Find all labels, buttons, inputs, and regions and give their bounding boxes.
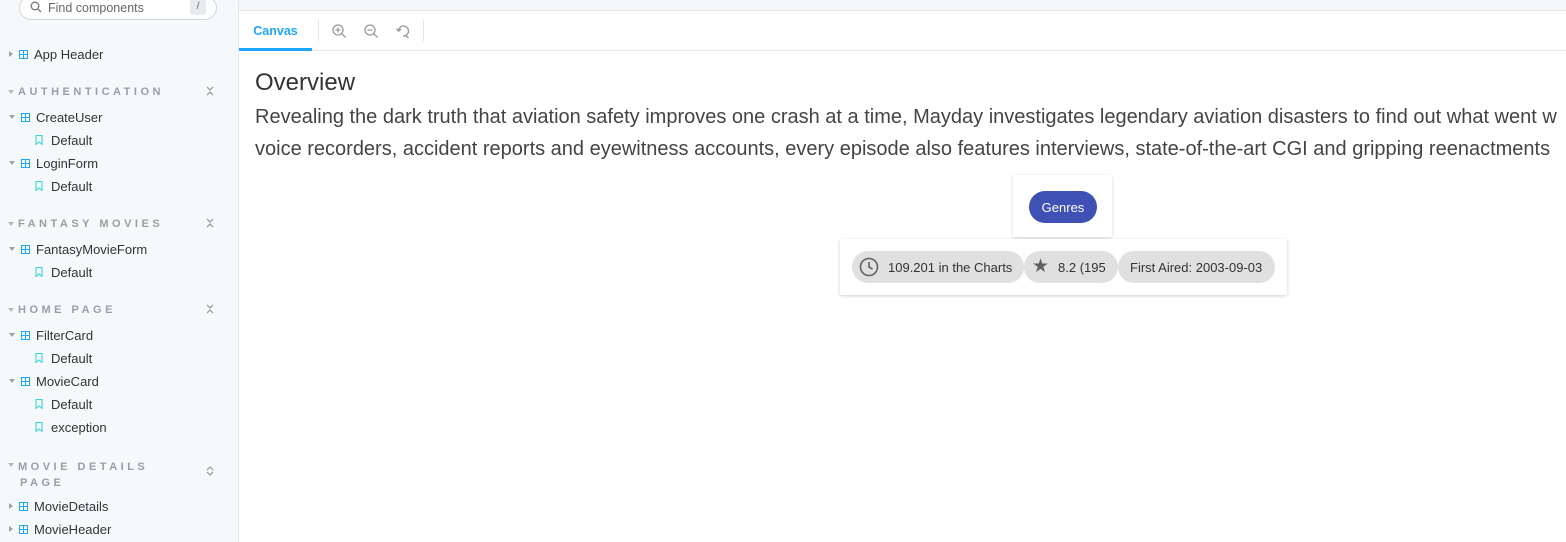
bookmark-icon bbox=[35, 422, 43, 432]
collapse-all-icon[interactable] bbox=[205, 304, 215, 314]
active-tab-indicator bbox=[239, 48, 312, 51]
sidebar-story-moviecard-exception[interactable]: exception bbox=[35, 417, 107, 437]
rating-label: 8.2 (195 bbox=[1058, 259, 1106, 275]
sidebar-story-filtercard-default[interactable]: Default bbox=[35, 348, 92, 368]
component-icon bbox=[21, 244, 30, 254]
caret-down-icon bbox=[9, 161, 15, 165]
bookmark-icon bbox=[35, 267, 43, 277]
caret-right-icon bbox=[9, 503, 13, 509]
sidebar-item-movieheader[interactable]: MovieHeader bbox=[9, 519, 111, 539]
zoom-out-icon[interactable] bbox=[363, 23, 379, 39]
genres-button[interactable]: Genres bbox=[1029, 191, 1097, 223]
sidebar-story-loginform-default[interactable]: Default bbox=[35, 176, 92, 196]
sidebar-item-label: FantasyMovieForm bbox=[36, 241, 148, 257]
story-label: Default bbox=[51, 132, 93, 148]
toolbar-divider bbox=[423, 20, 424, 41]
caret-down-icon bbox=[8, 463, 14, 467]
story-label: Default bbox=[51, 350, 93, 366]
clock-icon bbox=[859, 257, 879, 277]
section-movie-details-page[interactable]: MOVIE DETAILS PAGE bbox=[8, 459, 148, 491]
sidebar-item-label: MovieDetails bbox=[34, 498, 109, 514]
toolbar: Canvas bbox=[239, 11, 1566, 51]
sidebar-item-moviedetails[interactable]: MovieDetails bbox=[9, 496, 108, 516]
component-icon bbox=[21, 330, 30, 340]
movie-info-card: 109.201 in the Charts ★ 8.2 (195 First A… bbox=[840, 239, 1287, 295]
sidebar-item-loginform[interactable]: LoginForm bbox=[9, 153, 98, 173]
first-aired-label: First Aired: 2003-09-03 bbox=[1130, 259, 1263, 275]
search-icon bbox=[30, 1, 42, 13]
popularity-chip[interactable]: 109.201 in the Charts bbox=[852, 251, 1024, 283]
sidebar-item-app-header[interactable]: App Header bbox=[9, 44, 103, 64]
sidebar-item-label: App Header bbox=[34, 46, 104, 62]
tab-canvas[interactable]: Canvas bbox=[239, 11, 312, 51]
story-label: Default bbox=[51, 264, 93, 280]
toolbar-divider bbox=[318, 20, 319, 41]
component-icon bbox=[19, 524, 28, 534]
caret-down-icon bbox=[9, 247, 15, 251]
sidebar-item-label: LoginForm bbox=[36, 155, 99, 171]
sidebar-item-label: FilterCard bbox=[36, 327, 94, 343]
sidebar-item-moviecard[interactable]: MovieCard bbox=[9, 371, 99, 391]
component-icon bbox=[19, 49, 28, 59]
bookmark-icon bbox=[35, 135, 43, 145]
sidebar-item-label: CreateUser bbox=[36, 109, 103, 125]
overview-text: Revealing the dark truth that aviation s… bbox=[255, 106, 1557, 160]
collapse-all-icon[interactable] bbox=[205, 218, 215, 228]
bookmark-icon bbox=[35, 399, 43, 409]
bookmark-icon bbox=[35, 181, 43, 191]
caret-down-icon bbox=[9, 115, 15, 119]
component-icon bbox=[21, 158, 30, 168]
sidebar-item-filtercard[interactable]: FilterCard bbox=[9, 325, 93, 345]
caret-down-icon bbox=[9, 379, 15, 383]
sidebar-item-label: MovieCard bbox=[36, 373, 99, 389]
expand-all-icon[interactable] bbox=[205, 466, 215, 476]
search-box[interactable]: / bbox=[19, 0, 217, 20]
caret-down-icon bbox=[8, 308, 14, 312]
sidebar-item-createuser[interactable]: CreateUser bbox=[9, 107, 102, 127]
sidebar: / App Header AUTHENTICATION CreateUser D… bbox=[0, 0, 239, 542]
collapse-all-icon[interactable] bbox=[205, 86, 215, 96]
overview-title: Overview bbox=[255, 69, 356, 96]
reset-zoom-icon[interactable] bbox=[395, 23, 411, 39]
star-icon: ★ bbox=[1032, 256, 1050, 277]
section-home-page[interactable]: HOME PAGE bbox=[8, 304, 116, 316]
caret-right-icon bbox=[9, 51, 13, 57]
search-input[interactable] bbox=[48, 0, 198, 16]
story-label: Default bbox=[51, 396, 93, 412]
section-authentication[interactable]: AUTHENTICATION bbox=[8, 86, 164, 98]
sidebar-story-createuser-default[interactable]: Default bbox=[35, 130, 92, 150]
component-icon bbox=[19, 501, 28, 511]
sidebar-story-moviecard-default[interactable]: Default bbox=[35, 394, 92, 414]
sidebar-item-fantasymovieform[interactable]: FantasyMovieForm bbox=[9, 239, 147, 259]
story-label: Default bbox=[51, 178, 93, 194]
section-fantasy-movies[interactable]: FANTASY MOVIES bbox=[8, 218, 163, 230]
sidebar-item-label: MovieHeader bbox=[34, 521, 112, 537]
sidebar-story-fantasymovieform-default[interactable]: Default bbox=[35, 262, 92, 282]
rating-chip[interactable]: ★ 8.2 (195 bbox=[1024, 251, 1118, 283]
caret-down-icon bbox=[9, 333, 15, 337]
component-icon bbox=[21, 112, 30, 122]
genres-card: Genres bbox=[1013, 175, 1112, 237]
first-aired-chip[interactable]: First Aired: 2003-09-03 bbox=[1118, 251, 1275, 283]
popularity-label: 109.201 in the Charts bbox=[888, 259, 1013, 275]
zoom-in-icon[interactable] bbox=[331, 23, 347, 39]
caret-down-icon bbox=[8, 90, 14, 94]
search-shortcut-key: / bbox=[190, 0, 206, 15]
story-label: exception bbox=[51, 419, 107, 435]
bookmark-icon bbox=[35, 353, 43, 363]
component-icon bbox=[21, 376, 30, 386]
caret-down-icon bbox=[8, 222, 14, 226]
caret-right-icon bbox=[9, 526, 13, 532]
